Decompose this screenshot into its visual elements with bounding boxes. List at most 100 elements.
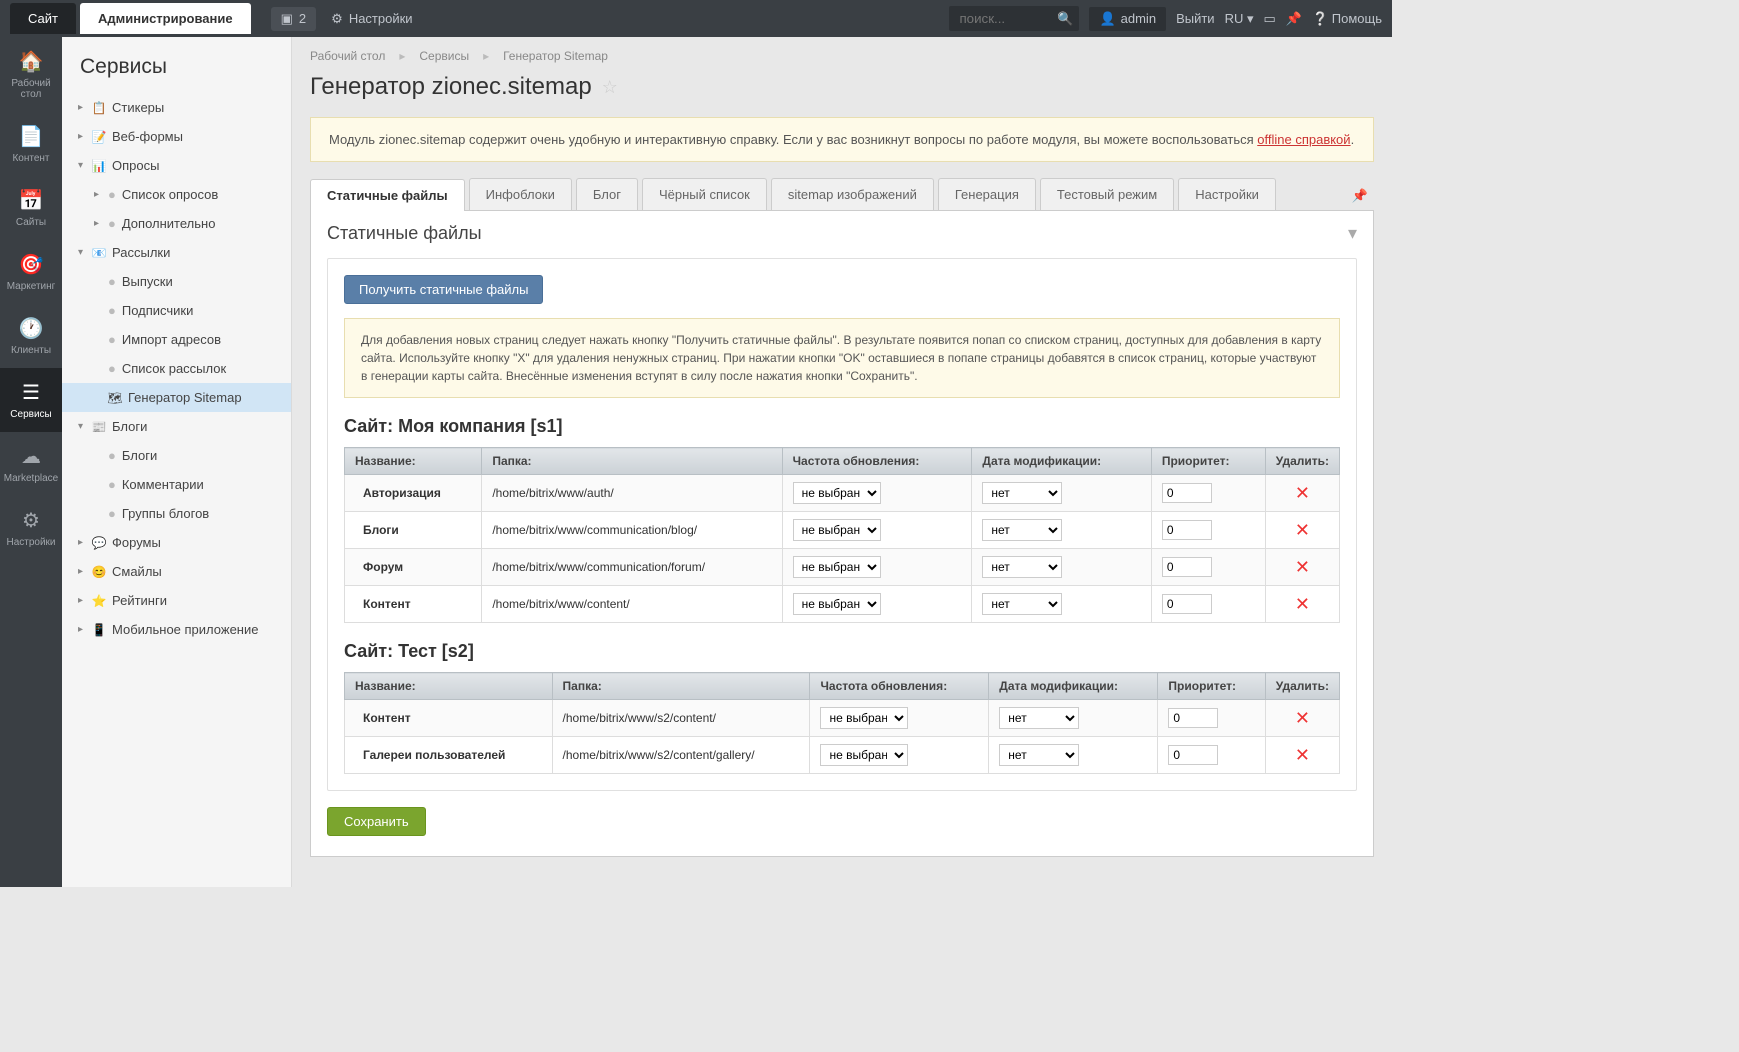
rail-services[interactable]: ☰Сервисы [0, 368, 62, 432]
crumb-services[interactable]: Сервисы [419, 49, 469, 63]
tab-admin[interactable]: Администрирование [80, 3, 251, 34]
mod-select[interactable]: нет [982, 556, 1062, 578]
mod-select[interactable]: нет [982, 482, 1062, 504]
freq-select[interactable]: не выбрано [793, 556, 881, 578]
rail-content[interactable]: 📄Контент [0, 112, 62, 176]
tree-webforms[interactable]: ▸📝Веб-формы [62, 122, 291, 151]
tree-blogs-groups[interactable]: ●Группы блогов [62, 499, 291, 528]
cloud-icon: ☁ [21, 444, 41, 469]
tree-ratings[interactable]: ▸⭐Рейтинги [62, 586, 291, 615]
tree-stickers[interactable]: ▸📋Стикеры [62, 93, 291, 122]
delete-icon[interactable]: ✕ [1295, 594, 1310, 614]
freq-select[interactable]: не выбрано [820, 744, 908, 766]
tree-sitemap-gen[interactable]: 🗺Генератор Sitemap [62, 383, 291, 412]
logout-link[interactable]: Выйти [1176, 11, 1215, 26]
settings-link[interactable]: ⚙ Настройки [331, 11, 412, 27]
rail-marketplace[interactable]: ☁Marketplace [0, 432, 62, 496]
tree-blogs-blogs[interactable]: ●Блоги [62, 441, 291, 470]
tab-blog[interactable]: Блог [576, 178, 638, 210]
cell-folder: /home/bitrix/www/s2/content/ [552, 700, 810, 737]
prio-input[interactable] [1162, 557, 1212, 577]
gear-icon: ⚙ [22, 508, 40, 533]
delete-icon[interactable]: ✕ [1295, 520, 1310, 540]
tab-sitemap-images[interactable]: sitemap изображений [771, 178, 934, 210]
freq-select[interactable]: не выбрано [793, 519, 881, 541]
tree-blogs[interactable]: ▾📰Блоги [62, 412, 291, 441]
tree-poll-more[interactable]: ▸●Дополнительно [62, 209, 291, 238]
th-folder: Папка: [482, 448, 782, 475]
cell-freq: не выбрано [782, 475, 972, 512]
help-link[interactable]: ❔ Помощь [1312, 11, 1382, 27]
pin-tabs-icon[interactable]: 📌 [1346, 182, 1374, 210]
favorite-star-icon[interactable]: ☆ [602, 77, 618, 98]
freq-select[interactable]: не выбрано [820, 707, 908, 729]
table-row: Форум/home/bitrix/www/communication/foru… [345, 549, 1340, 586]
prio-input[interactable] [1162, 594, 1212, 614]
site1-title: Сайт: Моя компания [s1] [344, 416, 1340, 437]
freq-select[interactable]: не выбрано [793, 593, 881, 615]
delete-icon[interactable]: ✕ [1295, 745, 1310, 765]
lang-selector[interactable]: RU ▾ [1225, 11, 1254, 27]
save-button[interactable]: Сохранить [327, 807, 426, 836]
rail-settings[interactable]: ⚙Настройки [0, 496, 62, 560]
cell-name: Форум [345, 549, 482, 586]
tree-smiles[interactable]: ▸😊Смайлы [62, 557, 291, 586]
crumb-desktop[interactable]: Рабочий стол [310, 49, 385, 63]
prio-input[interactable] [1162, 520, 1212, 540]
page-title: Генератор zionec.sitemap [310, 73, 592, 101]
tree-poll-list[interactable]: ▸●Список опросов [62, 180, 291, 209]
tab-infoblocks[interactable]: Инфоблоки [469, 178, 572, 210]
tree-mail-issues[interactable]: ●Выпуски [62, 267, 291, 296]
tree-blogs-comments[interactable]: ●Комментарии [62, 470, 291, 499]
inner-box: Получить статичные файлы Для добавления … [327, 258, 1357, 791]
tree-mail-list[interactable]: ●Список рассылок [62, 354, 291, 383]
main-area: Рабочий стол▸ Сервисы▸ Генератор Sitemap… [292, 37, 1392, 887]
crumb-sitemap[interactable]: Генератор Sitemap [503, 49, 608, 63]
rail-sites[interactable]: 📅Сайты [0, 176, 62, 240]
tree-polls[interactable]: ▾📊Опросы [62, 151, 291, 180]
tree-forums[interactable]: ▸💬Форумы [62, 528, 291, 557]
tab-site[interactable]: Сайт [10, 3, 76, 34]
cell-freq: не выбрано [810, 700, 989, 737]
th-mod: Дата модификации: [989, 673, 1158, 700]
th-del: Удалить: [1265, 673, 1339, 700]
user-menu[interactable]: 👤 admin [1089, 7, 1166, 31]
delete-icon[interactable]: ✕ [1295, 557, 1310, 577]
th-name: Название: [345, 448, 482, 475]
top-bar: Сайт Администрирование ▣ 2 ⚙ Настройки 🔍… [0, 0, 1392, 37]
mod-select[interactable]: нет [999, 707, 1079, 729]
freq-select[interactable]: не выбрано [793, 482, 881, 504]
tab-settings[interactable]: Настройки [1178, 178, 1276, 210]
tree-mail-import[interactable]: ●Импорт адресов [62, 325, 291, 354]
tree-mobile[interactable]: ▸📱Мобильное приложение [62, 615, 291, 644]
delete-icon[interactable]: ✕ [1295, 483, 1310, 503]
layers-icon: ☰ [22, 380, 40, 405]
rail-marketing[interactable]: 🎯Маркетинг [0, 240, 62, 304]
info-box: Для добавления новых страниц следует наж… [344, 318, 1340, 398]
prio-input[interactable] [1168, 708, 1218, 728]
expand-icon[interactable]: ▭ [1263, 11, 1275, 27]
tab-blacklist[interactable]: Чёрный список [642, 178, 767, 210]
collapse-icon[interactable]: ▾ [1348, 223, 1357, 244]
mod-select[interactable]: нет [982, 519, 1062, 541]
tree-mail-subs[interactable]: ●Подписчики [62, 296, 291, 325]
tab-test-mode[interactable]: Тестовый режим [1040, 178, 1174, 210]
table-row: Галереи пользователей/home/bitrix/www/s2… [345, 737, 1340, 774]
rail-desktop[interactable]: 🏠Рабочий стол [0, 37, 62, 112]
prio-input[interactable] [1162, 483, 1212, 503]
get-static-files-button[interactable]: Получить статичные файлы [344, 275, 543, 304]
prio-input[interactable] [1168, 745, 1218, 765]
clock-icon: 🕐 [19, 316, 44, 341]
offline-help-link[interactable]: offline справкой [1257, 132, 1350, 147]
tree-mail[interactable]: ▾📧Рассылки [62, 238, 291, 267]
mod-select[interactable]: нет [982, 593, 1062, 615]
notification-badge[interactable]: ▣ 2 [271, 7, 317, 31]
tab-static-files[interactable]: Статичные файлы [310, 179, 465, 211]
delete-icon[interactable]: ✕ [1295, 708, 1310, 728]
pin-icon[interactable]: 📌 [1286, 11, 1302, 27]
tab-generation[interactable]: Генерация [938, 178, 1036, 210]
th-folder: Папка: [552, 673, 810, 700]
rail-clients[interactable]: 🕐Клиенты [0, 304, 62, 368]
cell-mod: нет [989, 737, 1158, 774]
mod-select[interactable]: нет [999, 744, 1079, 766]
